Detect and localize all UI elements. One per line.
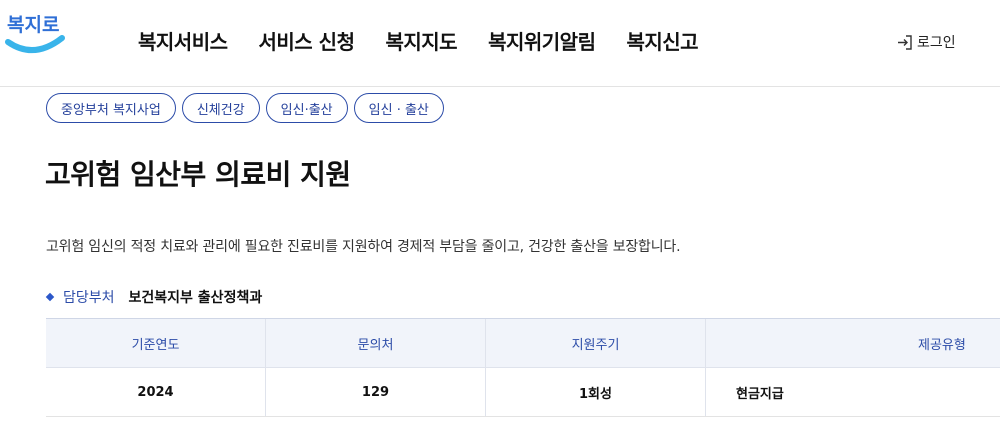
header-support-cycle: 지원주기 <box>486 319 706 367</box>
login-button[interactable]: 로그인 <box>897 32 956 52</box>
service-description: 고위험 임신의 적정 치료와 관리에 필요한 진료비를 지원하여 경제적 부담을… <box>46 239 681 255</box>
diamond-bullet-icon <box>45 292 55 302</box>
nav-crisis-alert[interactable]: 복지위기알림 <box>488 26 596 55</box>
logo-swoosh-icon <box>5 35 65 53</box>
header-base-year: 기준연도 <box>46 319 266 367</box>
tag-pregnancy-birth-alt[interactable]: 임신 · 출산 <box>353 93 444 123</box>
value-base-year: 2024 <box>46 368 266 416</box>
main-nav: 복지서비스 서비스 신청 복지지도 복지위기알림 복지신고 <box>138 26 699 55</box>
service-info-table: 기준연도 문의처 지원주기 제공유형 2024 129 1회성 현금지급 <box>46 318 1000 417</box>
header-contact: 문의처 <box>266 319 486 367</box>
nav-welfare-report[interactable]: 복지신고 <box>626 26 698 55</box>
bokjiro-logo[interactable]: 복지로 <box>4 4 66 62</box>
tag-physical-health[interactable]: 신체건강 <box>181 93 260 123</box>
nav-welfare-services[interactable]: 복지서비스 <box>138 26 228 55</box>
value-contact: 129 <box>266 368 486 416</box>
department-value: 보건복지부 출산정책과 <box>128 290 263 306</box>
tag-central-ministry[interactable]: 중앙부처 복지사업 <box>46 93 176 123</box>
department-info: 담당부처 보건복지부 출산정책과 <box>45 287 263 307</box>
department-label: 담당부처 <box>63 290 115 306</box>
tag-pregnancy-birth[interactable]: 임신·출산 <box>265 93 348 123</box>
page-title: 고위험 임산부 의료비 지원 <box>45 158 351 191</box>
table-row: 2024 129 1회성 현금지급 <box>46 368 1000 417</box>
value-support-cycle: 1회성 <box>486 368 706 416</box>
table-header-row: 기준연도 문의처 지원주기 제공유형 <box>46 319 1000 368</box>
header-provision-type: 제공유형 <box>918 337 966 353</box>
category-tags: 중앙부처 복지사업 신체건강 임신·출산 임신 · 출산 <box>46 93 444 123</box>
login-icon <box>898 34 912 50</box>
nav-welfare-map[interactable]: 복지지도 <box>385 26 457 55</box>
site-header: 복지로 복지서비스 서비스 신청 복지지도 복지위기알림 복지신고 로그인 <box>0 0 1000 87</box>
value-provision-type: 현금지급 <box>736 386 784 402</box>
nav-service-application[interactable]: 서비스 신청 <box>259 26 355 55</box>
logo-text: 복지로 <box>7 14 60 36</box>
login-label: 로그인 <box>917 35 956 51</box>
